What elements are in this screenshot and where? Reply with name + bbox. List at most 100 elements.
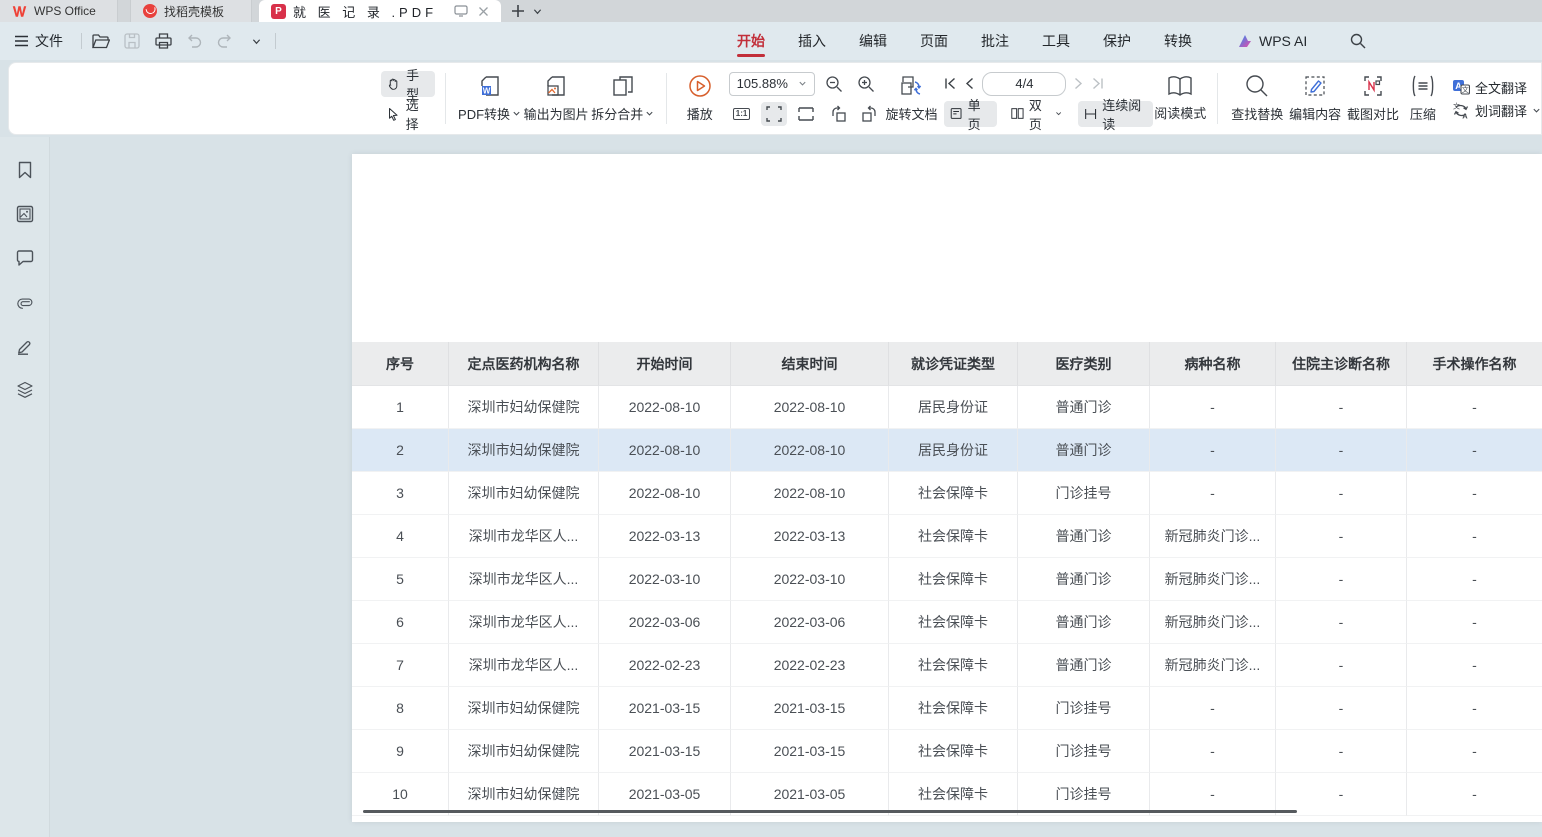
table-cell: 门诊挂号 — [1018, 687, 1150, 730]
play-icon — [688, 74, 712, 98]
save-button[interactable] — [121, 30, 143, 52]
fit-page-button[interactable] — [761, 102, 787, 126]
table-cell: - — [1276, 472, 1407, 515]
tab-label: WPS Office — [34, 4, 96, 18]
tab-docer-templates[interactable]: 找稻壳模板 — [130, 0, 252, 22]
hand-icon — [387, 76, 400, 92]
table-cell: 新冠肺炎门诊... — [1150, 644, 1276, 687]
undo-button[interactable] — [183, 30, 205, 52]
document-title: 就 医 记 录 .PDF — [293, 2, 437, 21]
annotation-panel-button[interactable] — [11, 333, 39, 359]
table-row[interactable]: 6深圳市龙华区人...2022-03-062022-03-06社会保障卡普通门诊… — [352, 601, 1542, 644]
compress-icon — [1410, 74, 1436, 98]
menu-comment[interactable]: 批注 — [979, 23, 1011, 59]
printer-icon — [155, 33, 172, 49]
hand-tool-button[interactable]: 手型 — [381, 71, 435, 97]
chevron-down-icon — [512, 109, 521, 118]
table-row[interactable]: 8深圳市妇幼保健院2021-03-152021-03-15社会保障卡门诊挂号--… — [352, 687, 1542, 730]
rotate-document-button[interactable]: 旋转文档 — [883, 63, 941, 134]
menu-tools[interactable]: 工具 — [1040, 23, 1072, 59]
tab-document-active[interactable]: P 就 医 记 录 .PDF — [259, 0, 501, 22]
menu-convert[interactable]: 转换 — [1162, 23, 1194, 59]
table-row[interactable]: 4深圳市龙华区人...2022-03-132022-03-13社会保障卡普通门诊… — [352, 515, 1542, 558]
edit-content-button[interactable]: 编辑内容 — [1286, 63, 1344, 134]
table-row[interactable]: 1深圳市妇幼保健院2022-08-102022-08-10居民身份证普通门诊--… — [352, 386, 1542, 429]
table-row[interactable]: 7深圳市龙华区人...2022-02-232022-02-23社会保障卡普通门诊… — [352, 644, 1542, 687]
first-page-icon[interactable] — [944, 77, 957, 90]
table-cell: 新冠肺炎门诊... — [1150, 601, 1276, 644]
table-cell: - — [1276, 515, 1407, 558]
tab-wps-office[interactable]: WPS Office — [0, 0, 118, 22]
highlight-pen-icon — [16, 337, 34, 355]
menu-page[interactable]: 页面 — [918, 23, 950, 59]
screenshot-compare-button[interactable]: 截图对比 — [1344, 63, 1402, 134]
table-cell: 社会保障卡 — [889, 687, 1018, 730]
monitor-icon[interactable] — [454, 5, 468, 17]
table-cell: 居民身份证 — [889, 429, 1018, 472]
table-cell: - — [1276, 386, 1407, 429]
fit-width-button[interactable] — [793, 102, 819, 126]
read-mode-button[interactable]: 阅读模式 — [1153, 63, 1207, 134]
table-row[interactable]: 3深圳市妇幼保健院2022-08-102022-08-10社会保障卡门诊挂号--… — [352, 472, 1542, 515]
last-page-icon[interactable] — [1091, 77, 1104, 90]
menu-home[interactable]: 开始 — [735, 23, 767, 59]
previous-page-icon[interactable] — [965, 77, 974, 90]
quick-access-more-button[interactable] — [245, 30, 267, 52]
page-number-input[interactable] — [982, 72, 1066, 96]
table-row[interactable]: 2深圳市妇幼保健院2022-08-102022-08-10居民身份证普通门诊--… — [352, 429, 1542, 472]
select-tool-button[interactable]: 选择 — [381, 101, 435, 127]
full-translate-icon: A 文 — [1452, 79, 1470, 95]
double-page-button[interactable]: 双页 — [1005, 101, 1070, 127]
pdf-convert-button[interactable]: W PDF转换 — [456, 63, 523, 134]
split-merge-button[interactable]: 拆分合并 — [589, 63, 656, 134]
rotate-document-label: 旋转文档 — [885, 104, 937, 123]
document-canvas[interactable]: 序号定点医药机构名称开始时间结束时间就诊凭证类型医疗类别病种名称住院主诊断名称手… — [50, 137, 1542, 837]
word-translate-button[interactable]: A 文 划词翻译 — [1452, 101, 1541, 120]
zoom-out-button[interactable] — [821, 72, 847, 96]
export-image-button[interactable]: 输出为图片 — [523, 63, 590, 134]
file-menu-button[interactable]: 文件 — [0, 31, 73, 51]
close-tab-icon[interactable] — [478, 6, 489, 17]
menu-protect[interactable]: 保护 — [1101, 23, 1133, 59]
table-cell: 深圳市龙华区人... — [449, 558, 599, 601]
continuous-reading-button[interactable]: 连续阅读 — [1078, 101, 1153, 127]
table-row[interactable]: 9深圳市妇幼保健院2021-03-152021-03-15社会保障卡门诊挂号--… — [352, 730, 1542, 773]
zoom-level-select[interactable]: 105.88% — [729, 72, 815, 96]
rotate-left-button[interactable] — [825, 102, 851, 126]
comments-panel-button[interactable] — [11, 245, 39, 271]
compress-button[interactable]: 压缩 — [1402, 63, 1444, 134]
table-row[interactable]: 5深圳市龙华区人...2022-03-102022-03-10社会保障卡普通门诊… — [352, 558, 1542, 601]
full-text-translate-button[interactable]: A 文 全文翻译 — [1452, 78, 1541, 97]
find-replace-icon — [1245, 74, 1269, 98]
table-cell: 8 — [352, 687, 449, 730]
print-button[interactable] — [152, 30, 174, 52]
thumbnails-panel-button[interactable] — [11, 201, 39, 227]
horizontal-scrollbar[interactable] — [363, 810, 1297, 813]
menu-wps-ai[interactable]: WPS AI — [1237, 33, 1307, 49]
actual-size-button[interactable]: 1:1 — [729, 102, 755, 126]
chevron-down-icon — [1532, 106, 1541, 115]
next-page-icon[interactable] — [1074, 77, 1083, 90]
redo-button[interactable] — [214, 30, 236, 52]
menu-search-button[interactable] — [1350, 33, 1366, 49]
new-tab-icon[interactable] — [511, 4, 525, 18]
menu-insert[interactable]: 插入 — [796, 23, 828, 59]
pdf-page[interactable]: 序号定点医药机构名称开始时间结束时间就诊凭证类型医疗类别病种名称住院主诊断名称手… — [352, 154, 1542, 822]
continuous-reading-label: 连续阅读 — [1102, 95, 1145, 133]
tab-list-chevron-icon[interactable] — [533, 7, 542, 16]
open-file-button[interactable] — [90, 30, 112, 52]
menu-edit[interactable]: 编辑 — [857, 23, 889, 59]
table-header-cell: 手术操作名称 — [1407, 342, 1542, 386]
rotate-right-button[interactable] — [857, 102, 883, 126]
bookmarks-panel-button[interactable] — [11, 157, 39, 183]
single-page-button[interactable]: 单页 — [944, 101, 997, 127]
table-cell: 2022-03-10 — [599, 558, 731, 601]
layers-panel-button[interactable] — [11, 377, 39, 403]
play-button[interactable]: 播放 — [677, 63, 723, 134]
table-cell: 门诊挂号 — [1018, 472, 1150, 515]
pdf-convert-icon: W — [478, 74, 502, 98]
find-replace-button[interactable]: 查找替换 — [1228, 63, 1286, 134]
attachments-panel-button[interactable] — [11, 289, 39, 315]
zoom-in-button[interactable] — [853, 72, 879, 96]
table-cell: - — [1407, 773, 1542, 816]
